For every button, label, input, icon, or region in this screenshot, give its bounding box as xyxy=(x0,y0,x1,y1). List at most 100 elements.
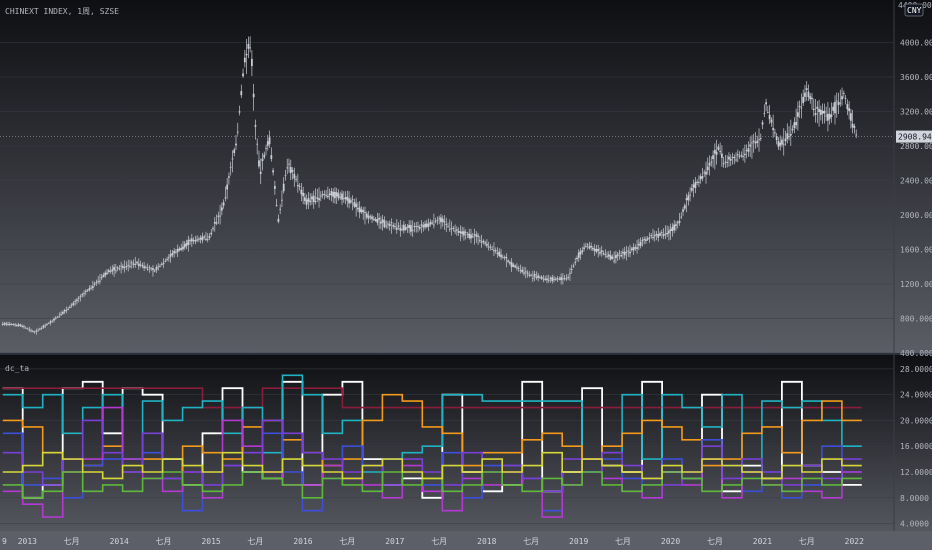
price-candle-body xyxy=(602,253,605,255)
price-candle-body xyxy=(827,113,829,121)
price-candle-body xyxy=(58,316,61,318)
price-candle-body xyxy=(666,233,669,235)
price-candle-body xyxy=(623,251,626,256)
price-candle-body xyxy=(406,226,409,228)
time-tick-label: 七月 xyxy=(431,537,447,546)
price-candle-body xyxy=(35,330,38,332)
price-candle-body xyxy=(383,220,386,228)
price-candle-body xyxy=(79,296,82,298)
price-candle-body xyxy=(143,266,146,269)
price-candle-body xyxy=(309,200,312,203)
price-candle-body xyxy=(662,234,665,237)
price-candle-body xyxy=(521,269,524,273)
indicator-tick-label: 20.0000 xyxy=(900,416,932,425)
price-candle-body xyxy=(206,238,209,240)
price-candle-body xyxy=(14,324,17,326)
price-candle-body xyxy=(369,216,372,218)
price-candle-body xyxy=(215,222,218,224)
price-candle-body xyxy=(424,223,426,228)
price-candle-body xyxy=(738,156,741,157)
price-candle-body xyxy=(210,232,213,235)
price-candle-body xyxy=(240,91,243,96)
price-candle-body xyxy=(288,163,290,165)
price-candle-body xyxy=(699,176,702,180)
price-candle-body xyxy=(226,184,229,190)
price-candle-body xyxy=(584,246,587,247)
price-candle-body xyxy=(487,246,490,248)
price-candle-body xyxy=(220,207,223,211)
price-candle-body xyxy=(728,156,730,160)
price-candle-body xyxy=(609,255,612,260)
price-candle-body xyxy=(192,240,195,241)
currency-badge[interactable]: CNY xyxy=(904,3,924,17)
price-candle-body xyxy=(715,151,718,155)
price-candle-body xyxy=(334,191,336,199)
price-candle-body xyxy=(539,277,541,279)
price-candle-body xyxy=(514,265,517,268)
price-candle-body xyxy=(69,306,71,308)
price-candle-body xyxy=(588,246,591,249)
price-candle-body xyxy=(296,184,299,187)
price-candle-body xyxy=(242,73,244,77)
price-candle-body xyxy=(104,272,107,276)
price-candle-body xyxy=(208,236,211,238)
price-candle-body xyxy=(567,276,570,278)
price-candle-body xyxy=(171,252,174,256)
price-candle-body xyxy=(123,267,126,268)
price-candle-body xyxy=(694,182,697,188)
price-candle-body xyxy=(590,245,593,248)
price-candle-body xyxy=(194,240,197,242)
price-candle-body xyxy=(7,324,9,325)
price-candle-body xyxy=(224,197,227,199)
price-candle-body xyxy=(491,248,494,250)
price-candle-body xyxy=(512,264,515,267)
price-candle-body xyxy=(166,259,168,261)
price-candle-body xyxy=(613,260,616,262)
price-candle-body xyxy=(761,122,764,125)
price-candle-body xyxy=(782,143,785,145)
price-candle-body xyxy=(341,193,343,200)
price-candle-body xyxy=(480,241,483,243)
price-candle-body xyxy=(410,225,412,232)
price-candle-body xyxy=(199,237,202,240)
price-candle-body xyxy=(295,178,297,180)
price-candle-body xyxy=(745,150,748,152)
price-candle-body xyxy=(828,113,831,120)
price-candle-body xyxy=(834,101,836,114)
price-candle-body xyxy=(318,198,320,201)
price-candle-body xyxy=(809,96,812,100)
price-candle-body xyxy=(116,267,119,269)
price-candle-body xyxy=(713,149,716,154)
price-candle-body xyxy=(758,139,760,141)
price-candle-body xyxy=(524,271,527,273)
price-candle-body xyxy=(848,108,851,112)
price-candle-body xyxy=(717,146,720,150)
price-tick-label: 400.0000 xyxy=(900,349,932,358)
price-candle-body xyxy=(270,155,273,159)
price-candle-body xyxy=(65,310,68,312)
price-candle-body xyxy=(120,265,123,267)
price-candle-body xyxy=(326,195,329,198)
price-candle-body xyxy=(157,266,160,268)
time-tick-label: 2020 xyxy=(661,537,680,546)
price-candle-body xyxy=(173,251,176,254)
price-candle-body xyxy=(593,248,596,251)
price-tick-label: 2800.0000 xyxy=(900,142,932,151)
price-candle-body xyxy=(629,251,631,254)
price-candle-body xyxy=(279,208,282,210)
price-candle-body xyxy=(38,328,41,330)
price-candle-body xyxy=(357,208,359,210)
price-candle-body xyxy=(535,277,538,278)
price-candle-body xyxy=(74,300,77,302)
price-candle-body xyxy=(496,252,499,255)
price-candle-body xyxy=(97,281,100,282)
price-candle-body xyxy=(814,113,817,115)
price-candle-body xyxy=(266,141,269,146)
price-candle-body xyxy=(475,234,478,237)
price-candle-body xyxy=(429,222,432,225)
price-candle-body xyxy=(733,156,736,159)
price-candle-body xyxy=(379,221,382,224)
price-candle-body xyxy=(54,318,57,320)
price-candle-body xyxy=(763,113,766,114)
price-candle-body xyxy=(685,198,688,201)
